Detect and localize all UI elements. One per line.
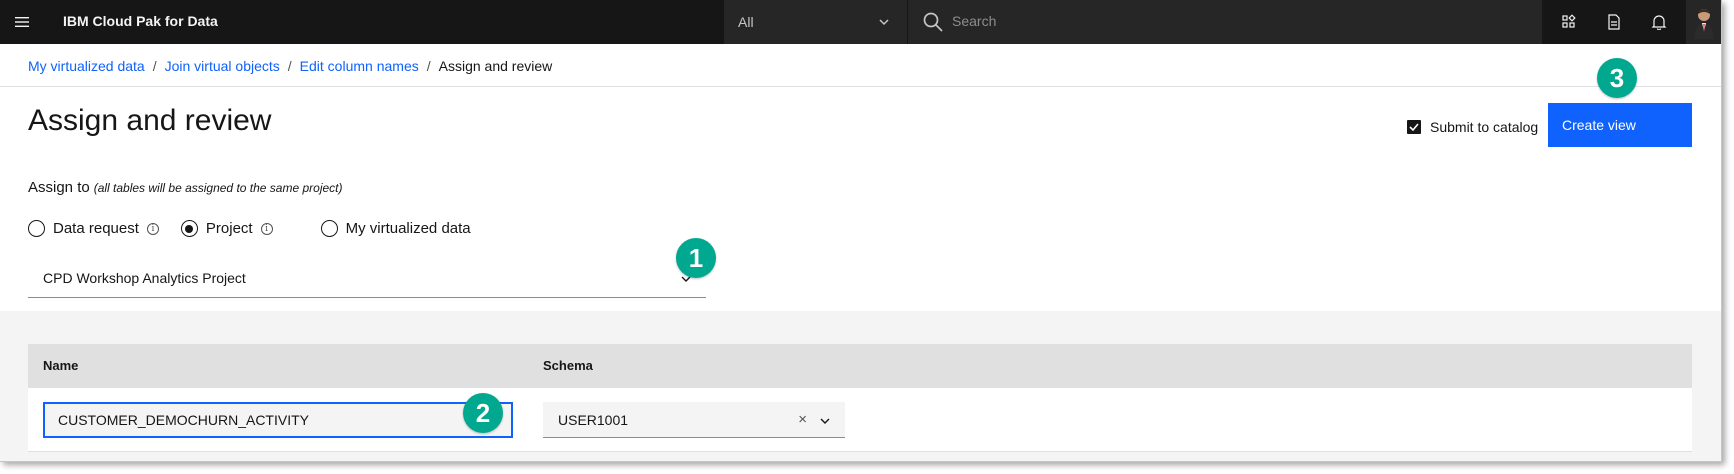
- project-value: CPD Workshop Analytics Project: [43, 269, 246, 286]
- user-avatar-icon[interactable]: [1686, 0, 1721, 44]
- breadcrumb-current: Assign and review: [438, 58, 553, 74]
- column-header-schema[interactable]: Schema: [543, 358, 593, 373]
- callout-badge-1: 1: [676, 238, 716, 278]
- breadcrumb-separator: /: [426, 58, 431, 74]
- chevron-down-icon[interactable]: [819, 414, 831, 430]
- submit-to-catalog-label: Submit to catalog: [1430, 119, 1539, 135]
- chevron-down-icon: [877, 15, 891, 32]
- schema-select[interactable]: USER1001 ×: [543, 402, 845, 438]
- assign-label: Assign to: [28, 179, 90, 196]
- radio-my-virtualized-data[interactable]: My virtualized data: [320, 220, 471, 237]
- page-title: Assign and review: [28, 104, 272, 137]
- search-input[interactable]: Search: [908, 0, 1542, 44]
- radio-button-selected[interactable]: [180, 220, 198, 237]
- scope-value: All: [738, 14, 754, 30]
- scope-select[interactable]: All: [724, 0, 907, 44]
- submit-to-catalog-checkbox[interactable]: Submit to catalog: [1407, 119, 1538, 135]
- app-window: IBM Cloud Pak for Data All Search My vir…: [0, 0, 1722, 462]
- info-icon[interactable]: i: [146, 222, 159, 235]
- create-view-button[interactable]: Create view: [1548, 103, 1692, 147]
- assign-hint: (all tables will be assigned to the same…: [93, 181, 343, 195]
- schema-value: USER1001: [558, 411, 629, 428]
- search-placeholder: Search: [952, 13, 997, 29]
- radio-label: My virtualized data: [345, 220, 471, 237]
- apps-icon[interactable]: [1555, 8, 1583, 36]
- radio-project[interactable]: Project i: [180, 220, 273, 237]
- assign-radio-group: Data request i Project i My virtualized …: [28, 220, 493, 237]
- radio-button[interactable]: [28, 220, 45, 237]
- notification-icon[interactable]: [1645, 8, 1673, 36]
- breadcrumb-link-virtualized-data[interactable]: My virtualized data: [28, 58, 145, 74]
- top-header: IBM Cloud Pak for Data All Search: [0, 0, 1721, 44]
- radio-label: Data request: [53, 220, 139, 237]
- document-icon[interactable]: [1600, 8, 1628, 36]
- table-list: Name Schema CUSTOMER_DEMOCHURN_ACTIVITY …: [28, 344, 1692, 452]
- page-header-area: My virtualized data / Join virtual objec…: [0, 44, 1721, 311]
- table-row: CUSTOMER_DEMOCHURN_ACTIVITY USER1001 ×: [28, 388, 1692, 452]
- menu-icon[interactable]: [8, 8, 36, 36]
- divider: [0, 86, 1721, 87]
- table-header: Name Schema: [28, 344, 1692, 388]
- search-icon: [922, 11, 944, 38]
- info-icon[interactable]: i: [260, 222, 273, 235]
- breadcrumb-link-edit-column-names[interactable]: Edit column names: [300, 58, 419, 74]
- breadcrumb: My virtualized data / Join virtual objec…: [28, 58, 552, 74]
- radio-label: Project: [205, 220, 253, 237]
- assign-to-label: Assign to (all tables will be assigned to…: [28, 179, 343, 196]
- close-icon[interactable]: ×: [798, 411, 807, 428]
- breadcrumb-link-join-virtual-objects[interactable]: Join virtual objects: [165, 58, 280, 74]
- radio-data-request[interactable]: Data request i: [28, 220, 159, 237]
- column-header-name[interactable]: Name: [43, 358, 78, 373]
- table-name-input[interactable]: CUSTOMER_DEMOCHURN_ACTIVITY: [43, 402, 513, 438]
- breadcrumb-separator: /: [152, 58, 157, 74]
- callout-badge-2: 2: [463, 393, 503, 433]
- callout-badge-3: 3: [1597, 58, 1637, 98]
- project-select[interactable]: CPD Workshop Analytics Project: [28, 258, 706, 298]
- brand-name[interactable]: IBM Cloud Pak for Data: [63, 13, 218, 29]
- checkmark-icon[interactable]: [1407, 120, 1421, 134]
- breadcrumb-separator: /: [287, 58, 292, 74]
- radio-button[interactable]: [320, 220, 338, 237]
